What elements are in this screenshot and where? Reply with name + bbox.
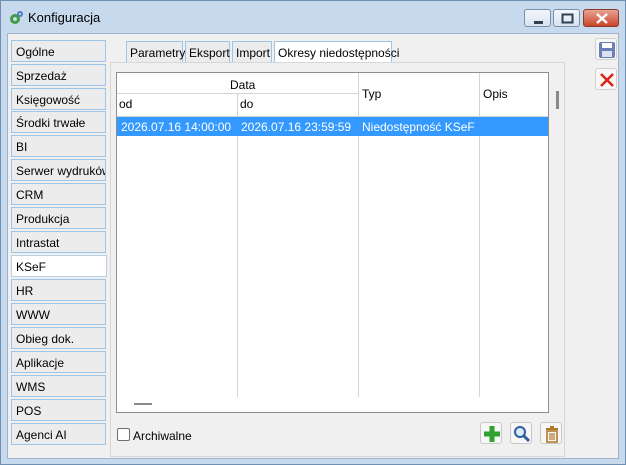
cell-do: 2026.07.16 23:59:59 [241,120,352,134]
close-button[interactable] [583,9,619,27]
tab-wms[interactable]: WMS [11,375,106,397]
cell-typ: Niedostępność KSeF [362,120,475,134]
cell-od: 2026.07.16 14:00:00 [121,120,232,134]
tab-intrastat[interactable]: Intrastat [11,231,106,253]
tab-label: Sprzedaż [16,69,67,83]
tab-crm[interactable]: CRM [11,183,106,205]
minimize-button[interactable] [524,9,551,27]
tab-label: Produkcja [16,212,70,226]
tab-label: WWW [16,308,50,322]
column-divider [237,93,238,397]
save-button[interactable] [595,38,617,60]
tab-import[interactable]: Import [232,41,272,63]
window-title: Konfiguracja [28,10,101,25]
tab-label: Ogólne [16,45,55,59]
periods-grid[interactable]: Data od do Typ Opis 2026.07.16 14:00:00 … [116,72,559,413]
tab-label: Intrastat [16,236,60,250]
vertical-scrollbar[interactable] [556,91,559,109]
tab-ksef[interactable]: KSeF [11,255,107,277]
window-content: Ogólne Sprzedaż Księgowość Środki trwałe… [7,33,619,459]
tab-ksiegowosc[interactable]: Księgowość [11,88,106,110]
horizontal-scrollbar[interactable] [134,403,152,405]
archive-checkbox[interactable] [117,428,130,441]
tab-label: WMS [16,380,46,394]
tab-hr[interactable]: HR [11,279,106,301]
tab-label: Serwer wydruków [16,164,106,178]
tab-label: CRM [16,188,44,202]
column-header-od[interactable]: od [119,97,133,111]
column-header-typ[interactable]: Typ [362,87,382,101]
tab-eksport[interactable]: Eksport [185,41,230,63]
cancel-button[interactable] [595,68,617,90]
archive-label: Archiwalne [133,429,192,443]
configuration-window: Konfiguracja Ogólne Sprzedaż Księgowość … [0,0,626,465]
tab-srodki-trwale[interactable]: Środki trwałe [11,111,106,133]
tab-okresy-niedostepnosci[interactable]: Okresy niedostępności [274,41,399,64]
tab-parametry[interactable]: Parametry [126,41,186,63]
tab-label: Import [236,46,271,60]
tab-label: Parametry [130,46,186,60]
tab-label: Aplikacje [16,356,65,370]
tab-produkcja[interactable]: Produkcja [11,207,106,229]
tab-label: BI [16,140,28,154]
tab-label: POS [16,404,42,418]
tab-agenci-ai[interactable]: Agenci AI [11,423,106,445]
tab-label: HR [16,284,34,298]
tab-label: Obieg dok. [16,332,75,346]
tab-sprzedaz[interactable]: Sprzedaż [11,64,106,86]
tab-label: Środki trwałe [16,116,86,130]
tab-aplikacje[interactable]: Aplikacje [11,351,106,373]
column-header-opis[interactable]: Opis [483,87,508,101]
tab-ogolne[interactable]: Ogólne [11,40,106,62]
tab-label: Księgowość [16,93,81,107]
tab-label: Eksport [189,46,230,60]
tab-bi[interactable]: BI [11,135,106,157]
column-header-do[interactable]: do [240,97,254,111]
tab-label: KSeF [16,260,47,274]
search-button[interactable] [510,422,532,444]
delete-button[interactable] [540,422,562,444]
tab-obieg-dok[interactable]: Obieg dok. [11,327,106,349]
column-group-data: Data [230,78,256,92]
add-button[interactable] [480,422,502,444]
title-bar[interactable]: Konfiguracja [1,1,625,33]
tab-serwer-wydrukow[interactable]: Serwer wydruków [11,159,106,181]
tab-label: Agenci AI [16,428,67,442]
tab-label: Okresy niedostępności [278,46,400,60]
tab-pos[interactable]: POS [11,399,106,421]
gear-app-icon [8,10,24,26]
tab-www[interactable]: WWW [11,303,106,325]
maximize-button[interactable] [553,9,580,27]
